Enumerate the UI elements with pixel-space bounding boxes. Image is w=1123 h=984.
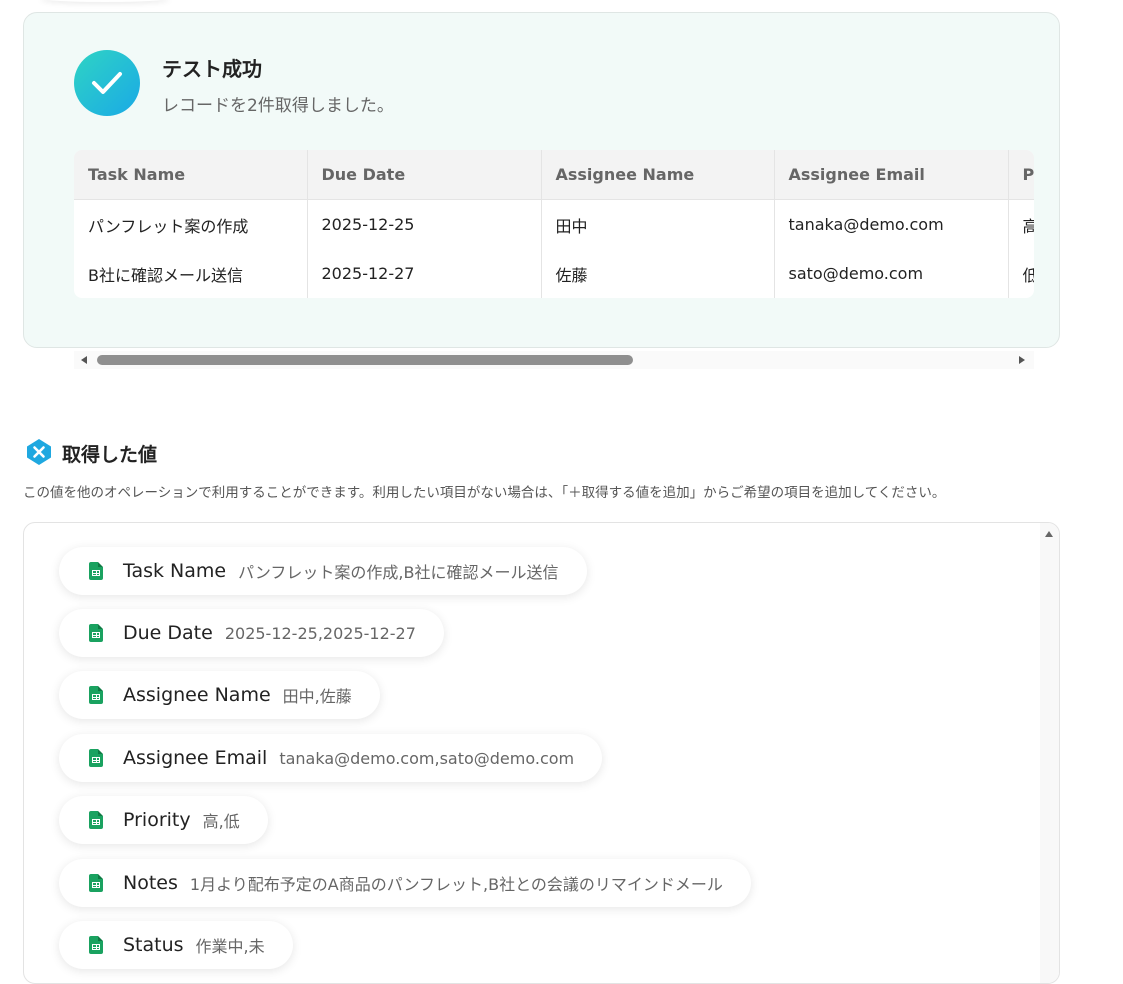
- table-cell: 田中: [540, 199, 774, 249]
- value-name: Task Name: [123, 560, 227, 582]
- table-cell: 低: [1007, 249, 1034, 298]
- table-cell: 佐藤: [540, 249, 774, 298]
- success-subtitle: レコードを2件取得しました。: [162, 96, 394, 116]
- spreadsheet-icon: [89, 624, 103, 642]
- table-header-row: Task Name Due Date Assignee Name Assigne…: [74, 150, 1034, 200]
- value-chip-priority[interactable]: Priority 高,低: [59, 796, 268, 844]
- value-content: 1月より配布予定のA商品のパンフレット,B社との会議のリマインドメール: [189, 875, 723, 894]
- table-row: パンフレット案の作成 2025-12-25 田中 tanaka@demo.com…: [74, 199, 1034, 249]
- value-content: パンフレット案の作成,B社に確認メール送信: [238, 563, 559, 582]
- value-name: Assignee Name: [123, 684, 271, 706]
- table-cell: パンフレット案の作成: [88, 216, 249, 236]
- table-cell: sato@demo.com: [773, 249, 1008, 298]
- value-name: Notes: [123, 872, 178, 894]
- value-content: 田中,佐藤: [282, 687, 352, 706]
- value-chip-task-name[interactable]: Task Name パンフレット案の作成,B社に確認メール送信: [59, 547, 587, 595]
- scrollbar-thumb[interactable]: [97, 355, 633, 365]
- value-name: Priority: [123, 809, 191, 831]
- value-name: Status: [123, 934, 184, 956]
- spreadsheet-icon: [89, 874, 103, 892]
- value-name: Assignee Email: [123, 747, 268, 769]
- table-horizontal-scrollbar[interactable]: [74, 351, 1034, 369]
- spreadsheet-icon: [89, 749, 103, 767]
- scroll-left-icon[interactable]: [81, 356, 87, 364]
- spreadsheet-icon: [89, 686, 103, 704]
- column-header: Assignee Email: [773, 150, 1008, 200]
- table-cell: B社に確認メール送信: [88, 265, 243, 285]
- value-chip-due-date[interactable]: Due Date 2025-12-25,2025-12-27: [59, 609, 444, 657]
- spreadsheet-icon: [89, 562, 103, 580]
- check-icon: [74, 50, 140, 116]
- section-description: この値を他のオペレーションで利用することができます。利用したい項目がない場合は、…: [23, 485, 946, 501]
- test-success-panel: テスト成功 レコードを2件取得しました。 Task Name Due Date …: [23, 12, 1060, 348]
- table-cell: 高: [1007, 199, 1034, 249]
- retrieved-values-panel: Task Name パンフレット案の作成,B社に確認メール送信 Due Date…: [23, 522, 1060, 984]
- value-content: 2025-12-25,2025-12-27: [224, 623, 416, 643]
- value-chip-status[interactable]: Status 作業中,未: [59, 921, 293, 969]
- table-cell: 2025-12-27: [306, 249, 541, 298]
- value-chip-notes[interactable]: Notes 1月より配布予定のA商品のパンフレット,B社との会議のリマインドメー…: [59, 859, 751, 907]
- scroll-right-icon[interactable]: [1019, 356, 1025, 364]
- previous-card-shadow: [40, 0, 170, 2]
- section-title: 取得した値: [62, 444, 158, 466]
- table-cell: tanaka@demo.com: [773, 199, 1008, 249]
- scroll-up-icon[interactable]: [1045, 531, 1053, 537]
- value-content: 高,低: [202, 812, 240, 831]
- table-cell: 2025-12-25: [306, 199, 541, 249]
- success-title: テスト成功: [162, 57, 262, 81]
- column-header: Task Name: [74, 150, 307, 200]
- value-name: Due Date: [123, 622, 213, 644]
- value-chip-assignee-name[interactable]: Assignee Name 田中,佐藤: [59, 671, 380, 719]
- table-row: B社に確認メール送信 2025-12-27 佐藤 sato@demo.com 低: [74, 249, 1034, 298]
- records-table: Task Name Due Date Assignee Name Assigne…: [74, 150, 1034, 298]
- spreadsheet-icon: [89, 811, 103, 829]
- value-content: 作業中,未: [195, 937, 265, 956]
- spreadsheet-icon: [89, 936, 103, 954]
- yoom-logo-icon: [27, 439, 51, 465]
- column-header: P: [1007, 150, 1034, 200]
- value-chip-assignee-email[interactable]: Assignee Email tanaka@demo.com,sato@demo…: [59, 734, 603, 782]
- value-content: tanaka@demo.com,sato@demo.com: [279, 748, 575, 768]
- values-vertical-scrollbar[interactable]: [1040, 523, 1059, 983]
- column-header: Due Date: [306, 150, 541, 200]
- column-header: Assignee Name: [540, 150, 774, 200]
